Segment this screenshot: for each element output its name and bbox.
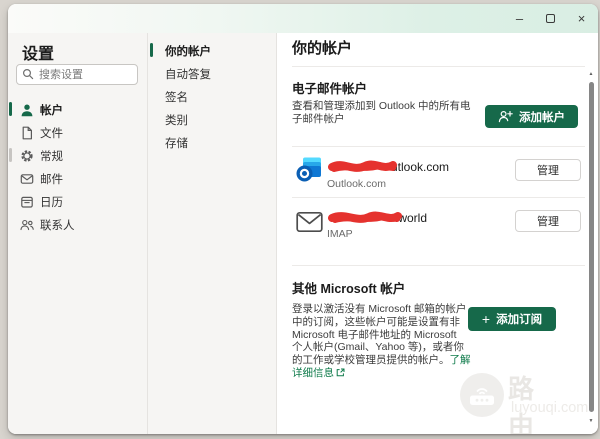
divider [292, 197, 585, 198]
account-provider: Outlook.com [327, 178, 386, 190]
divider [292, 146, 585, 147]
person-add-icon [498, 110, 513, 123]
sidebar-item-label: 文件 [40, 125, 63, 141]
sidebar-item-label: 常规 [40, 148, 63, 164]
watermark-title: 路由器 [508, 369, 536, 434]
sidebar-item-label: 帐户 [40, 102, 63, 118]
subnav-item-label: 签名 [165, 89, 188, 105]
scroll-up-arrow[interactable]: ▲ [586, 71, 596, 77]
subnav-item-signatures[interactable]: 签名 [148, 85, 276, 108]
search-input[interactable] [16, 64, 138, 85]
envelope-icon [296, 211, 323, 233]
people-icon [20, 218, 34, 232]
manage-label: 管理 [537, 213, 559, 229]
redaction-scribble [327, 159, 399, 175]
hover-indicator [9, 148, 12, 162]
subnav-item-label: 自动答复 [165, 66, 211, 82]
manage-label: 管理 [537, 162, 559, 178]
description-text: 登录以激活没有 Microsoft 邮箱的帐户 中的订阅，这些帐户可能是设置有非… [292, 303, 466, 366]
search-box [16, 64, 138, 85]
email-accounts-heading: 电子邮件帐户 [292, 78, 367, 97]
learn-more-link[interactable]: 详细信息 [292, 367, 345, 379]
sidebar-item-mail[interactable]: 邮件 [8, 167, 147, 190]
file-icon [20, 126, 34, 140]
subnav-item-your-accounts[interactable]: 你的帐户 [148, 39, 276, 62]
add-subscription-label: 添加订阅 [496, 311, 542, 327]
sidebar-nav: 帐户 文件 常规 邮件 日历 联系人 [8, 98, 147, 236]
sidebar-item-label: 日历 [40, 194, 63, 210]
account-provider: IMAP [327, 228, 353, 240]
sidebar-item-label: 联系人 [40, 217, 75, 233]
minimize-button[interactable]: – [504, 4, 535, 33]
scroll-down-arrow[interactable]: ▼ [586, 418, 596, 424]
settings-sidebar: 设置 帐户 文件 常规 邮件 [8, 33, 148, 434]
outlook-logo [295, 155, 323, 183]
settings-window: – × 设置 帐户 文件 常规 [8, 4, 598, 434]
other-accounts-heading: 其他 Microsoft 帐户 [292, 278, 405, 297]
sidebar-item-calendar[interactable]: 日历 [8, 190, 147, 213]
add-account-button[interactable]: 添加帐户 [485, 105, 578, 128]
page-title: 设置 [22, 40, 54, 64]
add-account-label: 添加帐户 [519, 109, 565, 125]
main-panel: 你的帐户 电子邮件帐户 查看和管理添加到 Outlook 中的所有电 子邮件帐户… [277, 33, 598, 434]
plus-icon: + [482, 311, 490, 327]
watermark-domain: luyouqi.com [511, 400, 588, 416]
manage-account-button[interactable]: 管理 [515, 159, 581, 181]
add-subscription-button[interactable]: + 添加订阅 [468, 307, 556, 331]
external-link-icon [336, 368, 345, 377]
scrollbar-thumb[interactable] [589, 82, 594, 412]
learn-more-label: 详细信息 [292, 367, 334, 379]
subnav-item-label: 存储 [165, 135, 188, 151]
router-icon [467, 382, 497, 408]
calendar-icon [20, 195, 34, 209]
email-accounts-description: 查看和管理添加到 Outlook 中的所有电 子邮件帐户 [292, 100, 484, 126]
redaction-scribble [327, 210, 403, 226]
account-email: utlook.com [391, 160, 449, 174]
learn-more-link[interactable]: 了解 [450, 354, 471, 366]
sidebar-item-contacts[interactable]: 联系人 [8, 213, 147, 236]
subnav-item-label: 你的帐户 [165, 43, 211, 59]
sidebar-item-account[interactable]: 帐户 [8, 98, 147, 121]
divider [292, 66, 585, 67]
close-button[interactable]: × [566, 4, 597, 33]
maximize-button[interactable] [535, 4, 566, 33]
search-icon [22, 68, 34, 80]
close-icon: × [578, 11, 586, 26]
person-icon [20, 103, 34, 117]
minimize-icon: – [516, 11, 523, 26]
sidebar-item-files[interactable]: 文件 [8, 121, 147, 144]
selected-indicator [9, 102, 12, 116]
mail-icon [20, 172, 34, 186]
main-title: 你的帐户 [292, 37, 352, 58]
subnav-item-storage[interactable]: 存储 [148, 131, 276, 154]
selected-indicator [150, 43, 153, 57]
window-controls: – × [504, 4, 597, 33]
divider [292, 265, 585, 266]
other-accounts-description: 登录以激活没有 Microsoft 邮箱的帐户 中的订阅，这些帐户可能是设置有非… [292, 303, 482, 380]
subnav-item-label: 类别 [165, 112, 188, 128]
subnav-item-categories[interactable]: 类别 [148, 108, 276, 131]
maximize-icon [546, 14, 555, 23]
sidebar-item-general[interactable]: 常规 [8, 144, 147, 167]
account-subnav: 你的帐户 自动答复 签名 类别 存储 [148, 33, 277, 434]
manage-account-button[interactable]: 管理 [515, 210, 581, 232]
gear-icon [20, 149, 34, 163]
subnav-item-auto-replies[interactable]: 自动答复 [148, 62, 276, 85]
sidebar-item-label: 邮件 [40, 171, 63, 187]
